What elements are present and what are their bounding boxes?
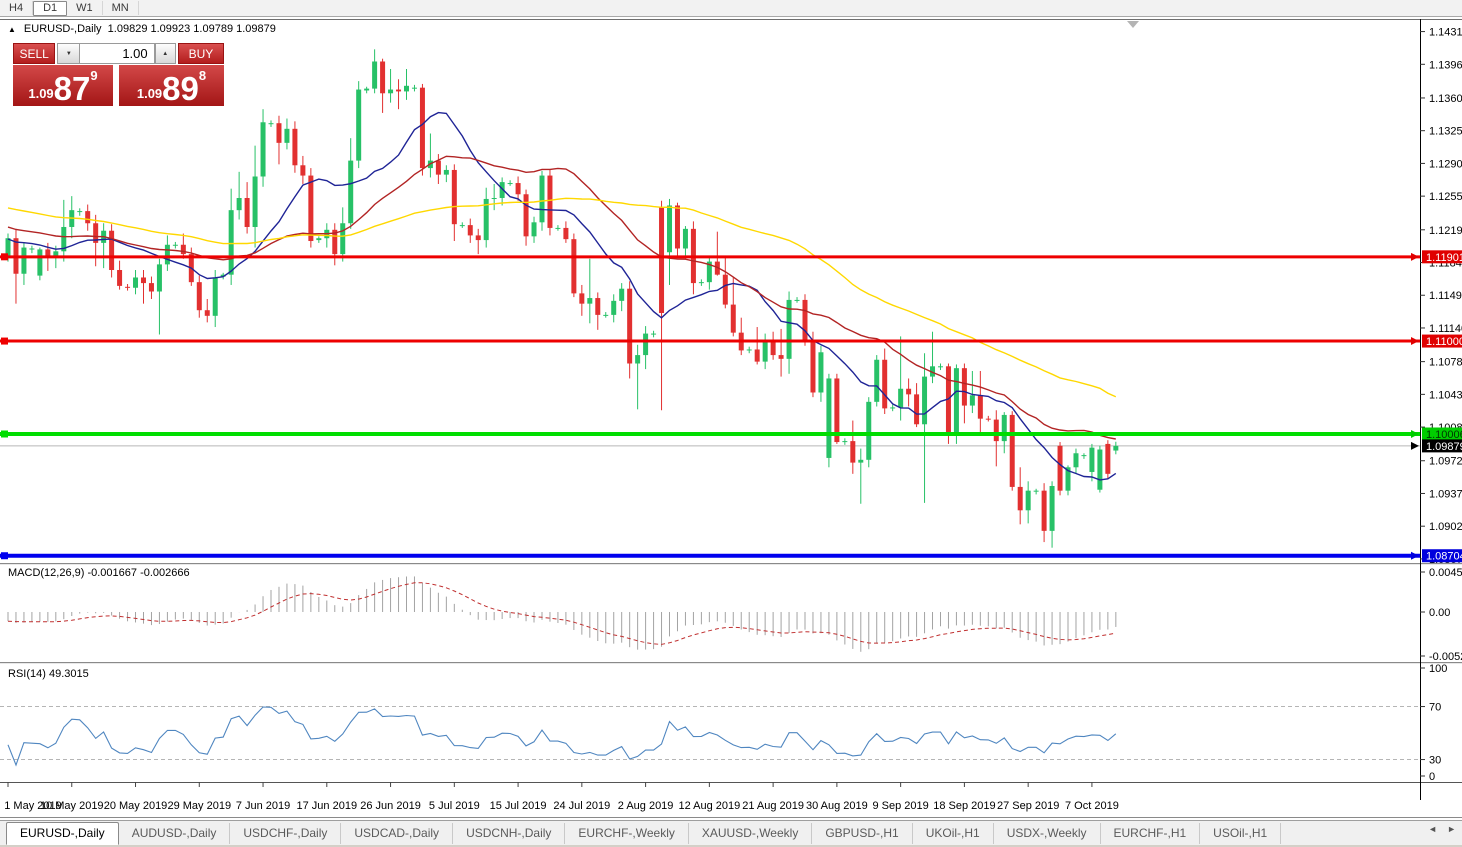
timeframe-button-w1[interactable]: W1	[67, 1, 103, 15]
chart-tab-bar: EURUSD-,DailyAUDUSD-,DailyUSDCHF-,DailyU…	[0, 820, 1462, 846]
svg-text:1.11901: 1.11901	[1426, 252, 1462, 264]
buy-price-sup: 8	[199, 68, 206, 83]
chart-tab-ukoil-h1[interactable]: UKOil-,H1	[913, 823, 994, 844]
svg-text:0.004536: 0.004536	[1429, 567, 1462, 579]
svg-text:1.12550: 1.12550	[1429, 191, 1462, 203]
chart-tab-gbpusd-h1[interactable]: GBPUSD-,H1	[812, 823, 912, 844]
tab-scroll-right-icon[interactable]: ►	[1447, 824, 1456, 834]
collapse-panel-icon[interactable]: ▲	[8, 25, 16, 34]
timeframe-toolbar: H4D1W1MN	[0, 0, 1462, 17]
svg-text:1.09720: 1.09720	[1429, 456, 1462, 468]
svg-text:1.08704: 1.08704	[1426, 551, 1462, 563]
svg-text:21 Aug 2019: 21 Aug 2019	[742, 800, 804, 812]
svg-text:1.10430: 1.10430	[1429, 389, 1462, 401]
chart-tab-usdchf-daily[interactable]: USDCHF-,Daily	[230, 823, 341, 844]
sell-price-button[interactable]: 1.09 87 9	[13, 65, 113, 106]
svg-text:7 Oct 2019: 7 Oct 2019	[1065, 800, 1119, 812]
tab-scroll-buttons: ◄ ►	[1428, 824, 1456, 834]
svg-text:2 Aug 2019: 2 Aug 2019	[618, 800, 674, 812]
svg-text:1.14310: 1.14310	[1429, 27, 1462, 39]
chart-ohlc-header: ▲ EURUSD-,Daily 1.09829 1.09923 1.09789 1…	[8, 23, 276, 35]
tab-scroll-left-icon[interactable]: ◄	[1428, 824, 1437, 834]
mt4-window: { "toolbar": { "timeframes": [ {"label":…	[0, 0, 1462, 847]
svg-text:1.11140: 1.11140	[1429, 323, 1462, 335]
svg-text:29 May 2019: 29 May 2019	[167, 800, 231, 812]
svg-text:1.11000: 1.11000	[1426, 336, 1462, 348]
svg-text:1.10006: 1.10006	[1426, 429, 1462, 441]
chart-tab-usoil-h1[interactable]: USOil-,H1	[1200, 823, 1281, 844]
svg-text:1.12190: 1.12190	[1429, 225, 1462, 237]
price-chart-canvas[interactable]: 1.14310 1.13960 1.13600 1.13250 1.12900 1.125…	[0, 19, 1462, 819]
svg-text:18 Sep 2019: 18 Sep 2019	[933, 800, 995, 812]
volume-input[interactable]: 1.00	[80, 43, 154, 64]
svg-text:20 May 2019: 20 May 2019	[104, 800, 168, 812]
chart-tab-audusd-daily[interactable]: AUDUSD-,Daily	[119, 823, 231, 844]
svg-text:1.13250: 1.13250	[1429, 126, 1462, 138]
chart-tab-eurusd-daily[interactable]: EURUSD-,Daily	[6, 822, 119, 845]
svg-text:24 Jul 2019: 24 Jul 2019	[553, 800, 610, 812]
buy-price-prefix: 1.09	[137, 86, 162, 101]
volume-increase-icon[interactable]: ▲	[155, 43, 176, 64]
svg-text:100: 100	[1429, 663, 1447, 675]
sell-price-sup: 9	[90, 68, 97, 83]
svg-text:1.09879: 1.09879	[1426, 441, 1462, 453]
buy-price-big: 89	[162, 74, 199, 104]
chart-tab-usdx-weekly[interactable]: USDX-,Weekly	[994, 823, 1101, 844]
timeframe-button-h4[interactable]: H4	[0, 1, 33, 15]
svg-text:7 Jun 2019: 7 Jun 2019	[236, 800, 290, 812]
macd-indicator-label: MACD(12,26,9) -0.001667 -0.002666	[8, 567, 190, 579]
chart-tab-xauusd-weekly[interactable]: XAUUSD-,Weekly	[689, 823, 812, 844]
svg-text:12 Aug 2019: 12 Aug 2019	[678, 800, 740, 812]
svg-text:10 May 2019: 10 May 2019	[40, 800, 104, 812]
svg-text:0.00: 0.00	[1429, 607, 1450, 619]
svg-text:5 Jul 2019: 5 Jul 2019	[429, 800, 480, 812]
timeframe-button-mn[interactable]: MN	[103, 1, 139, 15]
svg-text:17 Jun 2019: 17 Jun 2019	[297, 800, 358, 812]
sell-price-big: 87	[54, 74, 91, 104]
svg-text:1.11490: 1.11490	[1429, 290, 1462, 302]
buy-price-button[interactable]: 1.09 89 8	[119, 65, 224, 106]
chart-tab-eurchf-weekly[interactable]: EURCHF-,Weekly	[565, 823, 688, 844]
svg-text:26 Jun 2019: 26 Jun 2019	[360, 800, 421, 812]
chart-tab-eurchf-h1[interactable]: EURCHF-,H1	[1101, 823, 1201, 844]
ohlc-values: 1.09829 1.09923 1.09789 1.09879	[108, 23, 276, 35]
svg-text:1.09370: 1.09370	[1429, 488, 1462, 500]
svg-text:70: 70	[1429, 702, 1441, 714]
svg-text:-0.005205: -0.005205	[1429, 651, 1462, 663]
svg-text:1.12900: 1.12900	[1429, 158, 1462, 170]
svg-text:30 Aug 2019: 30 Aug 2019	[806, 800, 868, 812]
svg-text:0: 0	[1429, 771, 1435, 783]
one-click-trade-panel: SELL ▼ 1.00 ▲ BUY 1.09 87 9 1.09 89 8	[13, 43, 224, 106]
svg-text:30: 30	[1429, 755, 1441, 767]
svg-text:15 Jul 2019: 15 Jul 2019	[490, 800, 547, 812]
chart-tab-usdcnh-daily[interactable]: USDCNH-,Daily	[453, 823, 565, 844]
svg-text:27 Sep 2019: 27 Sep 2019	[997, 800, 1059, 812]
svg-text:1.10780: 1.10780	[1429, 357, 1462, 369]
svg-text:1.13960: 1.13960	[1429, 59, 1462, 71]
timeframe-button-d1[interactable]: D1	[33, 1, 67, 16]
sell-button[interactable]: SELL	[13, 43, 55, 64]
rsi-indicator-label: RSI(14) 49.3015	[8, 668, 89, 680]
chart-tab-usdcad-daily[interactable]: USDCAD-,Daily	[341, 823, 453, 844]
svg-text:9 Sep 2019: 9 Sep 2019	[872, 800, 928, 812]
buy-button[interactable]: BUY	[178, 43, 224, 64]
volume-decrease-icon[interactable]: ▼	[57, 43, 80, 64]
svg-text:1.13600: 1.13600	[1429, 93, 1462, 105]
sell-price-prefix: 1.09	[28, 86, 53, 101]
svg-text:1.09020: 1.09020	[1429, 521, 1462, 533]
symbol-name: EURUSD-,Daily	[24, 23, 102, 35]
